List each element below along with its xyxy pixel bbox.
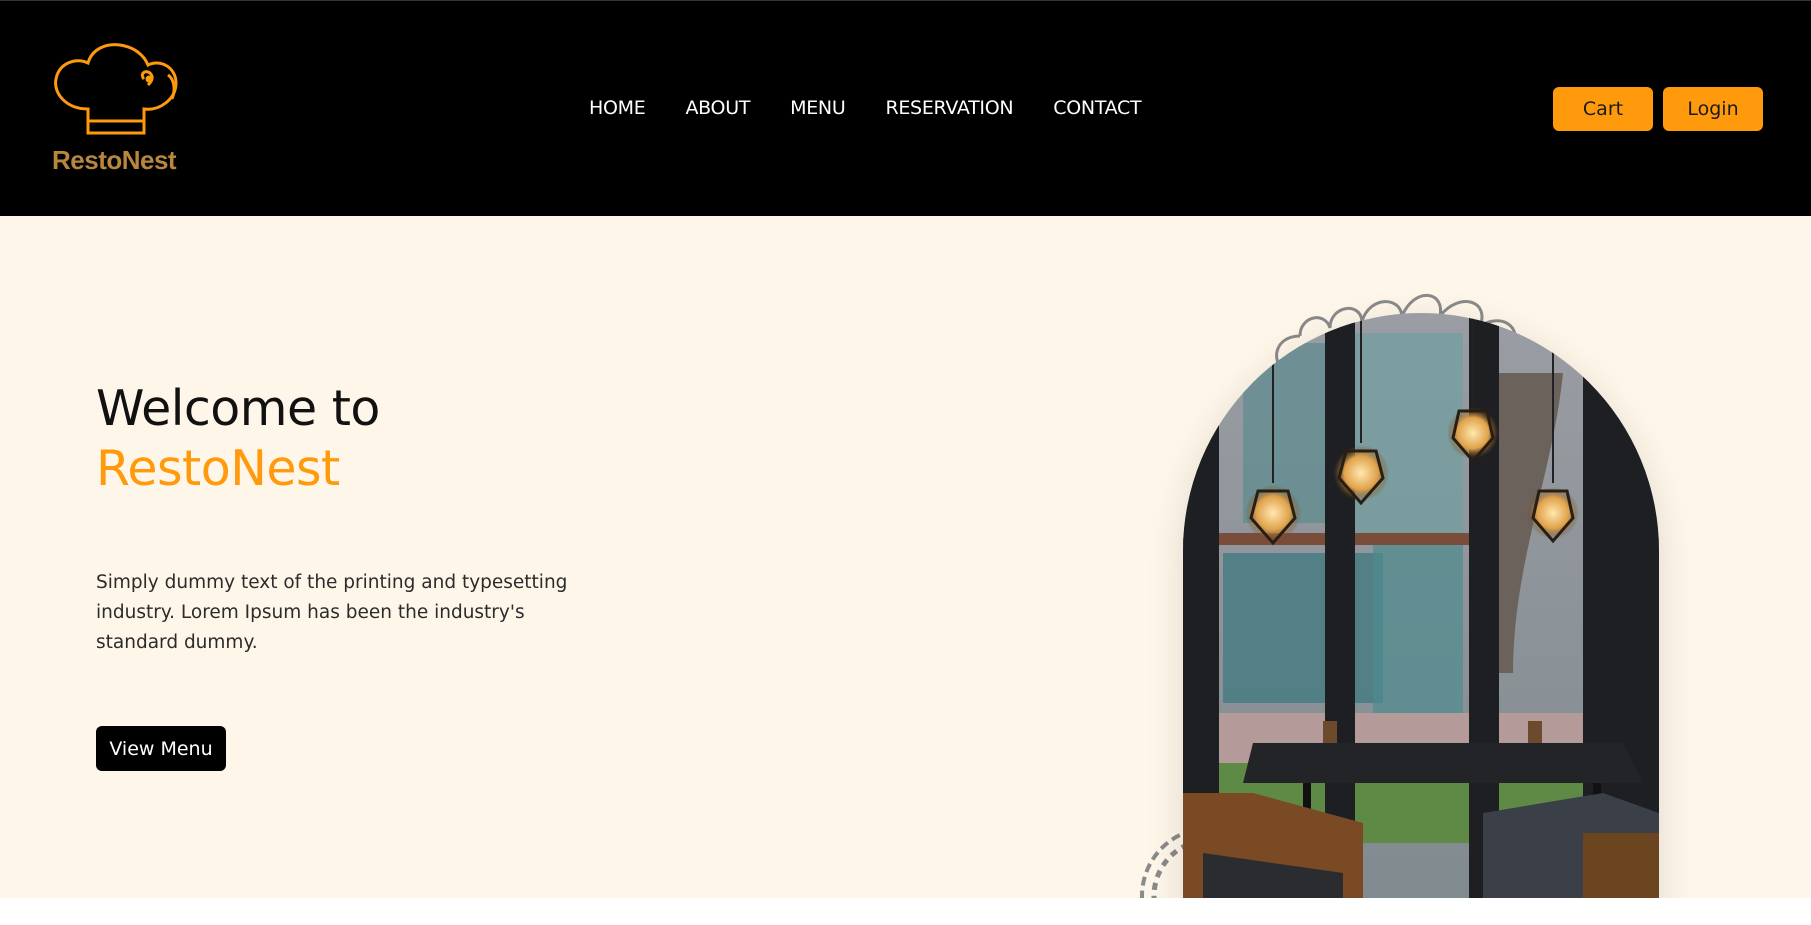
brand-name: RestoNest [52, 145, 177, 175]
hero-image [1183, 313, 1659, 898]
nav-item-contact[interactable]: CONTACT [1053, 97, 1141, 119]
view-menu-button[interactable]: View Menu [96, 726, 226, 771]
cart-button[interactable]: Cart [1553, 87, 1653, 131]
page-bottom-edge [0, 898, 1811, 925]
chef-hat-icon [54, 43, 178, 135]
brand-logo[interactable]: RestoNest [48, 41, 183, 181]
nav-item-about[interactable]: ABOUT [685, 97, 750, 119]
nav-item-menu[interactable]: MENU [790, 97, 846, 119]
nav-item-reservation[interactable]: RESERVATION [885, 97, 1013, 119]
hero-title-brand: RestoNest [96, 440, 340, 497]
main-nav: HOME ABOUT MENU RESERVATION CONTACT [589, 97, 1142, 119]
hero-description: Simply dummy text of the printing and ty… [96, 572, 568, 653]
hero-title-line1: Welcome to [96, 380, 380, 437]
nav-item-home[interactable]: HOME [589, 97, 646, 119]
hero-section: Welcome to RestoNest Simply dummy text o… [0, 216, 1811, 898]
login-button[interactable]: Login [1663, 87, 1763, 131]
restaurant-interior-image [1183, 313, 1659, 898]
navbar: RestoNest HOME ABOUT MENU RESERVATION CO… [0, 0, 1811, 217]
